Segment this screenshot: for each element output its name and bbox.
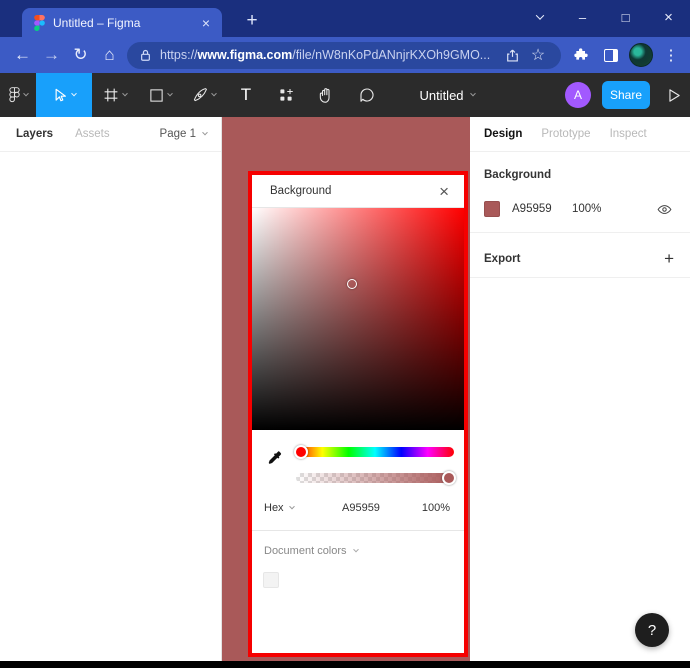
export-section-row: Export + <box>484 245 676 273</box>
figma-favicon-icon <box>34 15 45 31</box>
background-opacity-value[interactable]: 100% <box>572 203 601 215</box>
window-minimize-icon[interactable]: – <box>561 0 604 34</box>
layers-panel: Layers Assets Page 1 <box>0 117 222 661</box>
hand-tool-button[interactable] <box>306 73 346 117</box>
help-button[interactable]: ? <box>635 613 669 647</box>
annotation-highlight-rectangle: Background × <box>248 171 468 657</box>
move-tool-button[interactable] <box>36 73 92 117</box>
color-selection-dot[interactable] <box>347 279 357 289</box>
browser-avatar[interactable] <box>626 40 656 70</box>
extensions-puzzle-icon[interactable] <box>566 40 596 70</box>
share-page-icon[interactable] <box>499 48 525 63</box>
comment-tool-button[interactable] <box>346 73 388 117</box>
tab-inspect[interactable]: Inspect <box>610 128 647 140</box>
browser-toolbar: ← → ↻ ⌂ https://www.figma.com/file/nW8nK… <box>0 37 690 73</box>
bookmark-star-icon[interactable]: ☆ <box>525 45 551 65</box>
color-format-dropdown[interactable]: Hex <box>264 502 294 514</box>
tab-layers[interactable]: Layers <box>16 128 53 140</box>
background-section-title: Background <box>484 169 551 181</box>
user-avatar[interactable]: A <box>565 82 591 108</box>
tab-assets[interactable]: Assets <box>75 128 110 140</box>
figma-main-menu-button[interactable] <box>0 73 36 117</box>
tab-design[interactable]: Design <box>484 128 522 140</box>
hue-slider-knob[interactable] <box>294 445 308 459</box>
file-title-dropdown[interactable]: Untitled <box>402 73 492 117</box>
bottom-edge <box>0 661 690 668</box>
tab-close-icon[interactable]: × <box>198 14 214 32</box>
background-color-swatch[interactable] <box>484 201 500 217</box>
present-play-icon[interactable] <box>665 87 682 104</box>
document-color-swatch[interactable] <box>263 572 279 588</box>
background-hex-value[interactable]: A95959 <box>512 203 564 215</box>
lock-icon <box>140 49 151 62</box>
window-maximize-icon[interactable]: □ <box>604 0 647 34</box>
browser-window: Untitled – Figma × + – □ × ← → ↻ ⌂ https… <box>0 0 690 668</box>
saturation-value-gradient[interactable] <box>252 208 464 430</box>
color-picker-title: Background <box>270 185 331 197</box>
opacity-slider-knob[interactable] <box>442 471 456 485</box>
side-panel-icon[interactable] <box>596 40 626 70</box>
hue-slider[interactable] <box>296 447 454 457</box>
share-button[interactable]: Share <box>602 81 650 109</box>
figma-toolbar: T Untitled <box>0 73 690 117</box>
hex-value-input[interactable]: A95959 <box>342 502 380 514</box>
resources-tool-button[interactable] <box>266 73 306 117</box>
forward-icon[interactable]: → <box>37 40 66 70</box>
browser-tab[interactable]: Untitled – Figma × <box>22 8 222 37</box>
opacity-slider[interactable] <box>296 473 454 483</box>
window-controls: – □ × <box>518 0 690 34</box>
document-colors-dropdown[interactable]: Document colors <box>264 545 358 557</box>
eyedropper-icon[interactable] <box>262 446 286 470</box>
new-tab-button[interactable]: + <box>238 7 266 35</box>
shape-tool-button[interactable] <box>138 73 182 117</box>
address-bar[interactable]: https://www.figma.com/file/nW8nKoPdANnjr… <box>127 42 561 69</box>
tab-title: Untitled – Figma <box>53 16 198 30</box>
properties-panel: Design Prototype Inspect Background A959… <box>470 117 690 661</box>
export-add-icon[interactable]: + <box>664 249 674 269</box>
reload-icon[interactable]: ↻ <box>66 40 95 70</box>
tab-strip: Untitled – Figma × + – □ × <box>0 0 690 37</box>
url-text: https://www.figma.com/file/nW8nKoPdANnjr… <box>160 48 499 62</box>
color-picker-popup: Background × <box>252 175 464 653</box>
visibility-eye-icon[interactable] <box>657 203 672 216</box>
browser-action-icons: ⋮ <box>566 40 686 70</box>
window-close-icon[interactable]: × <box>647 0 690 34</box>
browser-menu-icon[interactable]: ⋮ <box>656 40 686 70</box>
export-section-title: Export <box>484 253 520 265</box>
pen-tool-button[interactable] <box>182 73 226 117</box>
background-color-row: A95959 100% <box>484 195 676 223</box>
frame-tool-button[interactable] <box>92 73 138 117</box>
window-chevron-icon[interactable] <box>518 0 561 34</box>
home-icon[interactable]: ⌂ <box>95 40 124 70</box>
color-picker-close-icon[interactable]: × <box>434 180 454 204</box>
back-icon[interactable]: ← <box>8 40 37 70</box>
text-tool-button[interactable]: T <box>226 73 266 117</box>
opacity-value-input[interactable]: 100% <box>422 502 450 514</box>
page-selector[interactable]: Page 1 <box>160 128 207 140</box>
tab-prototype[interactable]: Prototype <box>541 128 590 140</box>
